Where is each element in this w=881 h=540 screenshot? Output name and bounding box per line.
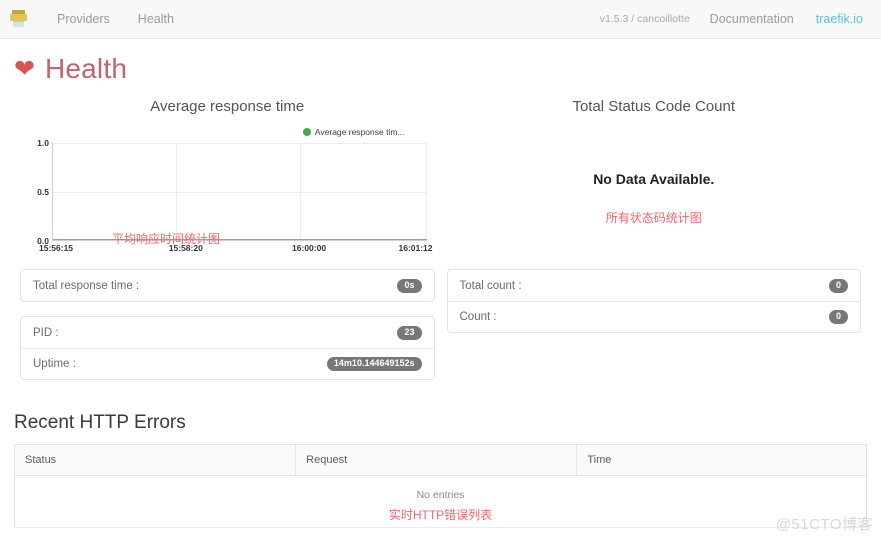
vgridline-3 bbox=[425, 143, 427, 240]
stat-label: Total response time : bbox=[33, 279, 140, 292]
legend-color-dot bbox=[302, 128, 311, 136]
x-tick-0: 15:56:15 bbox=[39, 243, 74, 253]
vgridline-1 bbox=[176, 143, 178, 240]
status-code-annotation-cn: 所有状态码统计图 bbox=[605, 211, 702, 225]
navbar: Providers Health v1.5.3 / cancoillotte D… bbox=[0, 0, 881, 39]
gridline-05 bbox=[53, 192, 427, 193]
stat-row-total-response-time: Total response time : 0s bbox=[21, 270, 434, 301]
stat-badge: 23 bbox=[397, 325, 422, 340]
nav-item-documentation[interactable]: Documentation bbox=[710, 12, 794, 26]
process-panel: PID : 23 Uptime : 14m10.144649152s bbox=[20, 316, 435, 380]
stat-badge: 14m10.144649152s bbox=[326, 357, 422, 371]
left-column: Average response time Average response t… bbox=[14, 98, 441, 380]
page-title-text: Health bbox=[44, 53, 128, 84]
stat-label: PID : bbox=[33, 326, 59, 339]
stat-badge: 0 bbox=[828, 310, 848, 324]
y-tick-05: 0.5 bbox=[37, 187, 49, 197]
navbar-left-links: Providers Health bbox=[43, 0, 188, 39]
vgridline-2 bbox=[299, 143, 301, 240]
avg-response-time-chart: Average response tim... 1.0 0.5 0.0 15:5… bbox=[24, 127, 435, 255]
avg-response-annotation-cn: 平均响应时间统计图 bbox=[112, 232, 221, 246]
stat-row-total-count: Total count : 0 bbox=[448, 270, 861, 301]
legend-label: Average response tim... bbox=[314, 127, 405, 137]
stat-label: Count : bbox=[459, 311, 497, 323]
no-data-message: No Data Available. bbox=[593, 171, 715, 187]
y-tick-1: 1.0 bbox=[37, 138, 49, 148]
stat-row-count: Count : 0 bbox=[447, 301, 860, 332]
series-average-response-time bbox=[53, 238, 427, 240]
errors-annotation-cn: 实时HTTP错误列表 bbox=[388, 508, 493, 522]
stat-badge: 0 bbox=[828, 278, 848, 293]
chart-plot-area: 1.0 0.5 0.0 15:56:15 15:58:20 16:00:00 1… bbox=[37, 138, 432, 253]
errors-table-head: Status Request Time bbox=[14, 444, 867, 476]
stat-row-uptime: Uptime : 14m10.144649152s bbox=[21, 348, 434, 379]
avg-response-time-title: Average response time bbox=[150, 98, 305, 115]
total-status-code-count-title: Total Status Code Count bbox=[572, 98, 736, 115]
nav-item-traefik-io[interactable]: traefik.io bbox=[816, 12, 863, 26]
recent-http-errors-title: Recent HTTP Errors bbox=[14, 412, 186, 433]
navbar-right-links: v1.5.3 / cancoillotte Documentation trae… bbox=[600, 12, 863, 26]
stat-badge: 0s bbox=[397, 278, 422, 293]
x-tick-2: 16:00:00 bbox=[292, 243, 327, 253]
column-header-time[interactable]: Time bbox=[576, 444, 867, 476]
version-label: v1.5.3 / cancoillotte bbox=[599, 13, 690, 25]
x-tick-3: 16:01:12 bbox=[398, 243, 433, 253]
chart-legend[interactable]: Average response tim... bbox=[302, 127, 405, 137]
traefik-logo-icon[interactable] bbox=[10, 9, 27, 29]
main-content: ❤ Health Average response time Average r… bbox=[0, 52, 881, 528]
stat-row-pid: PID : 23 bbox=[21, 317, 434, 348]
stat-label: Uptime : bbox=[33, 358, 76, 370]
total-response-time-panel: Total response time : 0s bbox=[20, 269, 435, 302]
errors-table-header-row: Status Request Time bbox=[14, 444, 867, 476]
gridline-1 bbox=[53, 143, 427, 144]
stat-label: Total count : bbox=[459, 279, 522, 292]
status-count-panel: Total count : 0 Count : 0 bbox=[446, 269, 861, 333]
column-header-status[interactable]: Status bbox=[14, 444, 297, 476]
heart-icon: ❤ bbox=[14, 54, 35, 83]
health-dashboard-page: Providers Health v1.5.3 / cancoillotte D… bbox=[0, 0, 881, 540]
nav-item-health[interactable]: Health bbox=[124, 0, 188, 39]
column-header-request[interactable]: Request bbox=[295, 444, 578, 476]
right-column: Total Status Code Count No Data Availabl… bbox=[441, 98, 868, 380]
nav-item-providers[interactable]: Providers bbox=[43, 0, 124, 39]
page-title: ❤ Health bbox=[14, 52, 867, 86]
status-code-chart-empty-state: No Data Available. 所有状态码统计图 bbox=[447, 127, 862, 255]
